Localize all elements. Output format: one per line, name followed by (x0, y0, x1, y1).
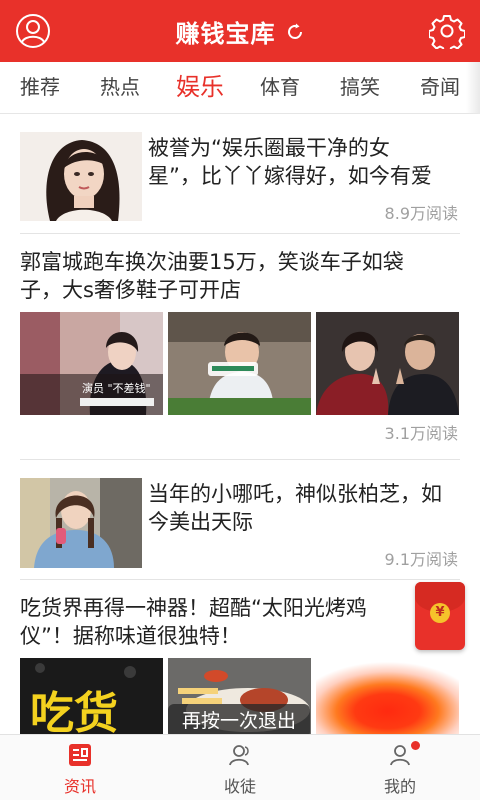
header-title-group: 赚钱宝库 (0, 14, 480, 49)
nav-label: 资讯 (63, 777, 96, 796)
nav-label: 我的 (383, 777, 416, 796)
nav-news[interactable]: 资讯 (0, 735, 160, 800)
tab-hot[interactable]: 热点 (80, 62, 160, 114)
news-title-line: 子，大s奢侈鞋子可开店 (20, 278, 241, 302)
tab-funny[interactable]: 搞笑 (320, 62, 400, 114)
news-title-line: 今美出天际 (148, 510, 253, 534)
thumbnail-caption: 演员 "不差钱" (82, 381, 151, 395)
news-title: 当年的小哪吒，神似张柏芝，如 今美出天际 (148, 480, 468, 536)
news-item[interactable]: 郭富城跑车换次油要15万，笑谈车子如袋 子，大s奢侈鞋子可开店 演员 "不差钱" (0, 234, 480, 460)
news-thumbnail (20, 478, 142, 568)
tab-recommend[interactable]: 推荐 (0, 62, 80, 114)
refresh-icon[interactable] (285, 22, 305, 42)
news-title-line: 郭富城跑车换次油要15万，笑谈车子如袋 (20, 250, 404, 274)
app-title: 赚钱宝库 (175, 20, 276, 48)
nav-label: 收徒 (223, 777, 256, 796)
news-title-line: 仪”！据称味道很独特！ (20, 624, 241, 648)
news-thumbnail (316, 658, 459, 734)
news-title: 郭富城跑车换次油要15万，笑谈车子如袋 子，大s奢侈鞋子可开店 (20, 248, 465, 304)
apprentice-icon (229, 745, 249, 766)
app-screen: 赚钱宝库 推荐 热点 娱乐 体育 搞笑 奇闻 被誉为“娱乐圈最干净的女 星”，比… (0, 0, 480, 800)
exit-toast: 再按一次退出 (168, 704, 310, 738)
read-count: 3.1万阅读 (384, 424, 458, 443)
nav-profile[interactable]: 我的 (320, 735, 480, 800)
news-icon (69, 744, 91, 766)
profile-icon (390, 745, 410, 766)
news-item[interactable]: 被誉为“娱乐圈最干净的女 星”，比丫丫嫁得好，如今有爱 8.9万阅读 (0, 114, 480, 234)
red-envelope-button[interactable]: ¥ (415, 582, 465, 650)
app-header: 赚钱宝库 (0, 0, 480, 62)
gear-icon (428, 15, 466, 53)
thumbnail-caption: 吃货 (30, 688, 118, 734)
notification-badge (411, 741, 420, 750)
tabs-scroll-fade (466, 62, 480, 114)
settings-button[interactable] (428, 13, 466, 53)
coin-icon: ¥ (430, 603, 450, 623)
news-title: 吃货界再得一神器！超酷“太阳光烤鸡 仪”！据称味道很独特！ (20, 594, 420, 650)
news-title-line: 星”，比丫丫嫁得好，如今有爱 (148, 164, 432, 188)
news-thumbnail (20, 132, 142, 221)
news-thumbnail (316, 312, 459, 415)
news-title: 被誉为“娱乐圈最干净的女 星”，比丫丫嫁得好，如今有爱 (148, 134, 468, 190)
news-item[interactable]: 当年的小哪吒，神似张柏芝，如 今美出天际 9.1万阅读 (0, 460, 480, 580)
news-thumbnail (168, 312, 311, 415)
news-title-line: 当年的小哪吒，神似张柏芝，如 (148, 482, 442, 506)
bottom-nav: 资讯 收徒 我的 (0, 734, 480, 800)
tab-entertainment[interactable]: 娱乐 (160, 62, 240, 114)
category-tabs: 推荐 热点 娱乐 体育 搞笑 奇闻 (0, 62, 480, 114)
news-thumbnail: 吃货 (20, 658, 163, 734)
news-title-line: 吃货界再得一神器！超酷“太阳光烤鸡 (20, 596, 367, 620)
read-count: 9.1万阅读 (384, 550, 458, 569)
news-thumbnail: 演员 "不差钱" (20, 312, 163, 415)
news-feed[interactable]: 被誉为“娱乐圈最干净的女 星”，比丫丫嫁得好，如今有爱 8.9万阅读 郭富城跑车… (0, 114, 480, 734)
nav-apprentice[interactable]: 收徒 (160, 735, 320, 800)
news-title-line: 被誉为“娱乐圈最干净的女 (148, 136, 390, 160)
read-count: 8.9万阅读 (384, 204, 458, 223)
tab-sports[interactable]: 体育 (240, 62, 320, 114)
